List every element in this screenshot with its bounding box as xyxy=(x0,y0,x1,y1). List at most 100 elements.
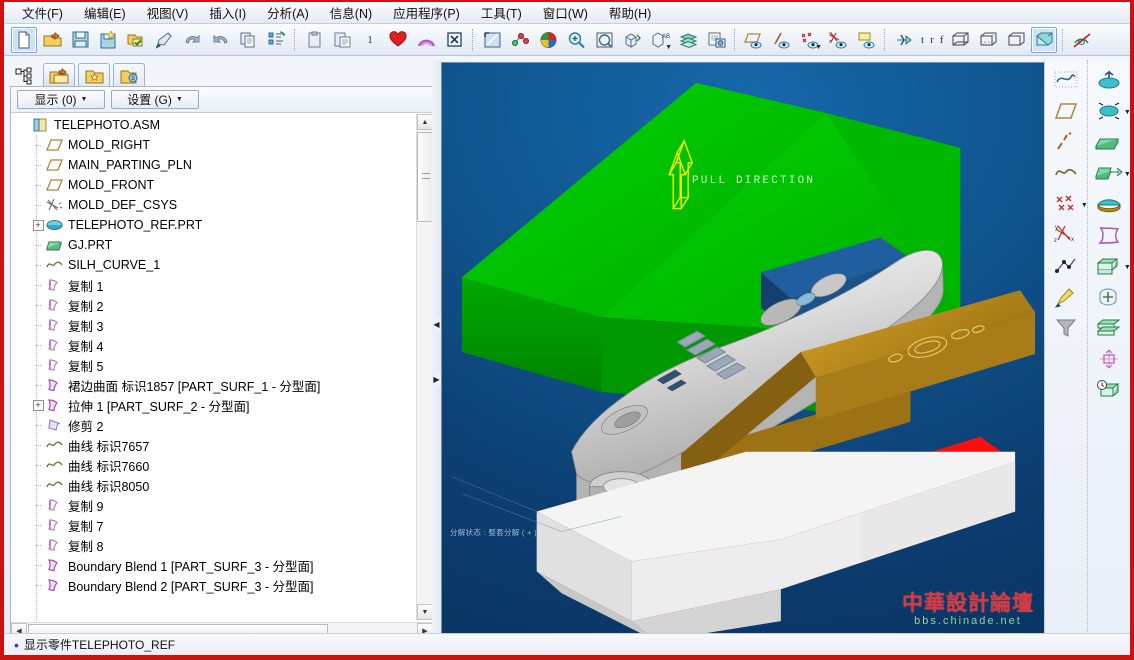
tree-item[interactable]: ··· 复制 1 xyxy=(13,275,415,295)
regenerate-icon[interactable]: 1 xyxy=(357,27,383,53)
menu-edit[interactable]: 编辑(E) xyxy=(74,2,136,25)
tree-item[interactable]: ··· Boundary Blend 1 [PART_SURF_3 - 分型面] xyxy=(13,555,415,575)
connections-tab[interactable] xyxy=(113,63,145,88)
sketch-curve-icon[interactable] xyxy=(1051,65,1081,95)
scroll-down-arrow-icon[interactable]: ▼ xyxy=(417,604,433,620)
saved-views-icon[interactable]: AB ▼ xyxy=(647,27,673,53)
color-appearance-icon[interactable] xyxy=(535,27,561,53)
open-folder-icon[interactable] xyxy=(39,27,65,53)
datum-plane-icon[interactable] xyxy=(1051,96,1081,126)
tree-expander[interactable]: + xyxy=(31,395,45,415)
tree-item[interactable]: ··· MOLD_RIGHT xyxy=(13,135,415,155)
tree-item[interactable]: ··· 复制 9 xyxy=(13,495,415,515)
tree-item[interactable]: ··· 复制 2 xyxy=(13,295,415,315)
datum-csys-display-icon[interactable]: yz xyxy=(825,27,851,53)
tree-item[interactable]: + TELEPHOTO_REF.PRT xyxy=(13,215,415,235)
hidden-line-icon[interactable] xyxy=(975,27,1001,53)
spin-center-icon[interactable] xyxy=(891,27,917,53)
datum-point-sketch-icon[interactable] xyxy=(1051,251,1081,281)
set-working-directory-icon[interactable] xyxy=(123,27,149,53)
mold-history-icon[interactable] xyxy=(1094,375,1124,405)
tree-item[interactable]: ··· GJ.PRT xyxy=(13,235,415,255)
graphics-viewport[interactable]: PULL DIRECTION 分解状态 : 整套分解 ( + ) 中華設計論壇 … xyxy=(441,62,1051,637)
layers-icon[interactable] xyxy=(675,27,701,53)
copy-icon[interactable] xyxy=(235,27,261,53)
datum-point-icon[interactable]: ▼ xyxy=(1051,189,1088,219)
tree-item[interactable]: ··· 复制 7 xyxy=(13,515,415,535)
favorites-tab[interactable] xyxy=(78,63,110,88)
tree-item[interactable]: ··· MOLD_FRONT xyxy=(13,175,415,195)
favorite-heart-icon[interactable] xyxy=(385,27,411,53)
coord-system-icon[interactable]: y z x xyxy=(1051,220,1081,250)
menu-help[interactable]: 帮助(H) xyxy=(599,2,661,25)
chevron-down-icon[interactable]: ▼ xyxy=(1081,202,1088,209)
folder-browser-tab[interactable] xyxy=(43,63,75,88)
panel-splitter[interactable]: ◀ ▶ xyxy=(432,60,441,640)
paste-special-icon[interactable] xyxy=(263,27,289,53)
scroll-up-arrow-icon[interactable]: ▲ xyxy=(417,114,433,130)
datum-plane-display-icon[interactable] xyxy=(741,27,767,53)
paint-brush-icon[interactable] xyxy=(1051,282,1081,312)
chevron-down-icon[interactable]: ▼ xyxy=(1124,264,1130,271)
collapse-left-arrow-icon[interactable]: ◀ xyxy=(432,318,441,331)
menu-info[interactable]: 信息(N) xyxy=(320,2,382,25)
model-tree-vertical-scrollbar[interactable]: ▲ ▼ xyxy=(416,114,433,620)
new-file-icon[interactable] xyxy=(11,26,37,53)
datum-point-icon[interactable] xyxy=(507,27,533,53)
save-icon[interactable] xyxy=(67,27,93,53)
chevron-down-icon[interactable]: ▼ xyxy=(665,44,672,51)
wireframe-icon[interactable] xyxy=(947,27,973,53)
tree-item[interactable]: ··· MOLD_DEF_CSYS xyxy=(13,195,415,215)
mold-opening-icon[interactable] xyxy=(1094,344,1124,374)
funnel-filter-icon[interactable] xyxy=(1051,313,1081,343)
annotation-display-icon[interactable] xyxy=(853,27,879,53)
extrude-solid-icon[interactable] xyxy=(1094,127,1124,157)
tree-item[interactable]: ··· 曲线 标识7660 xyxy=(13,455,415,475)
tree-item[interactable]: ··· 曲线 标识8050 xyxy=(13,475,415,495)
refit-icon[interactable] xyxy=(479,27,505,53)
model-tree[interactable]: TELEPHOTO.ASM ··· MOLD_RIGHT ··· MAIN_PARTIN… xyxy=(11,113,433,621)
snapshot-icon[interactable] xyxy=(703,27,729,53)
scrollbar-thumb[interactable] xyxy=(417,132,433,222)
shadow-surface-icon[interactable]: ▼ xyxy=(1094,96,1130,126)
menu-tools[interactable]: 工具(T) xyxy=(471,2,532,25)
tree-item[interactable]: ··· 曲线 标识7657 xyxy=(13,435,415,455)
tree-item[interactable]: ··· 复制 5 xyxy=(13,355,415,375)
mold-volume-icon[interactable]: ▼ xyxy=(1094,251,1130,281)
settings-dropdown-button[interactable]: 设置 (G) ▼ xyxy=(111,90,199,109)
expand-right-arrow-icon[interactable]: ▶ xyxy=(432,373,441,386)
close-window-icon[interactable] xyxy=(441,27,467,53)
save-a-copy-icon[interactable] xyxy=(95,27,121,53)
tree-item[interactable]: ··· 裙边曲面 标识1857 [PART_SURF_1 - 分型面] xyxy=(13,375,415,395)
menu-file[interactable]: 文件(F) xyxy=(12,2,73,25)
print-icon[interactable] xyxy=(151,27,177,53)
tree-item[interactable]: ··· 复制 4 xyxy=(13,335,415,355)
menu-view[interactable]: 视图(V) xyxy=(137,2,199,25)
undo-icon[interactable] xyxy=(179,27,205,53)
shading-icon[interactable] xyxy=(1031,26,1058,53)
chevron-down-icon[interactable]: ▼ xyxy=(1124,109,1130,116)
tree-item[interactable]: + 拉伸 1 [PART_SURF_2 - 分型面] xyxy=(13,395,415,415)
shaded-surface-icon[interactable] xyxy=(1094,189,1124,219)
chevron-down-icon[interactable]: ▼ xyxy=(815,44,822,51)
tree-item[interactable]: ··· Boundary Blend 2 [PART_SURF_3 - 分型面] xyxy=(13,575,415,595)
extrude-surface-icon[interactable]: ▼ xyxy=(1094,158,1130,188)
datum-axis-display-icon[interactable] xyxy=(769,27,795,53)
no-hidden-icon[interactable] xyxy=(1003,27,1029,53)
silhouette-curve-icon[interactable] xyxy=(1094,65,1124,95)
menu-window[interactable]: 窗口(W) xyxy=(533,2,598,25)
tree-item[interactable]: ··· MAIN_PARTING_PLN xyxy=(13,155,415,175)
rainbow-arc-icon[interactable] xyxy=(413,27,439,53)
clipboard-icon[interactable] xyxy=(301,27,327,53)
menu-insert[interactable]: 插入(I) xyxy=(199,2,256,25)
tree-item[interactable]: ··· 修剪 2 xyxy=(13,415,415,435)
model-tree-tab[interactable] xyxy=(10,63,40,88)
menu-applications[interactable]: 应用程序(P) xyxy=(383,2,470,25)
curve-icon[interactable] xyxy=(1051,158,1081,188)
tree-item[interactable]: ··· 复制 3 xyxy=(13,315,415,335)
tree-item[interactable]: TELEPHOTO.ASM xyxy=(13,115,415,135)
zoom-area-icon[interactable] xyxy=(591,27,617,53)
tree-expander[interactable]: + xyxy=(31,215,45,235)
boundary-blend-icon[interactable] xyxy=(1094,220,1124,250)
show-dropdown-button[interactable]: 显示 (0) ▼ xyxy=(17,90,105,109)
